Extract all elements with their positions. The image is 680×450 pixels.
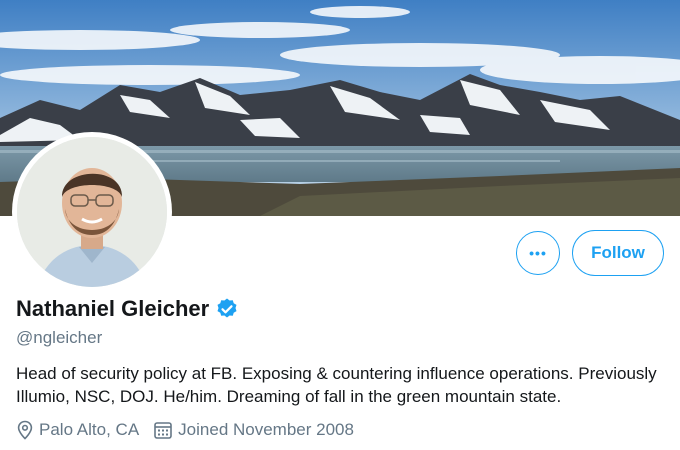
profile-handle: @ngleicher: [16, 328, 103, 347]
profile-actions: ••• Follow: [516, 230, 664, 276]
profile-name-row: Nathaniel Gleicher: [16, 296, 239, 322]
verified-badge-icon: [217, 298, 237, 318]
follow-button[interactable]: Follow: [572, 230, 664, 276]
location-pin-icon: [17, 420, 33, 440]
profile-location: Palo Alto, CA: [16, 420, 139, 440]
more-options-button[interactable]: •••: [516, 231, 560, 275]
avatar-photo: [17, 137, 167, 287]
joined-text: Joined November 2008: [178, 420, 354, 439]
more-options-icon: •••: [529, 245, 547, 261]
calendar-icon: [154, 422, 172, 439]
profile-name: Nathaniel Gleicher: [16, 296, 210, 321]
location-text: Palo Alto, CA: [39, 420, 140, 439]
profile-joined: Joined November 2008: [153, 420, 354, 440]
profile-meta: Palo Alto, CA Joined November 2008: [16, 420, 368, 440]
profile-bio: Head of security policy at FB. Exposing …: [16, 364, 657, 406]
profile-avatar[interactable]: [12, 132, 172, 292]
